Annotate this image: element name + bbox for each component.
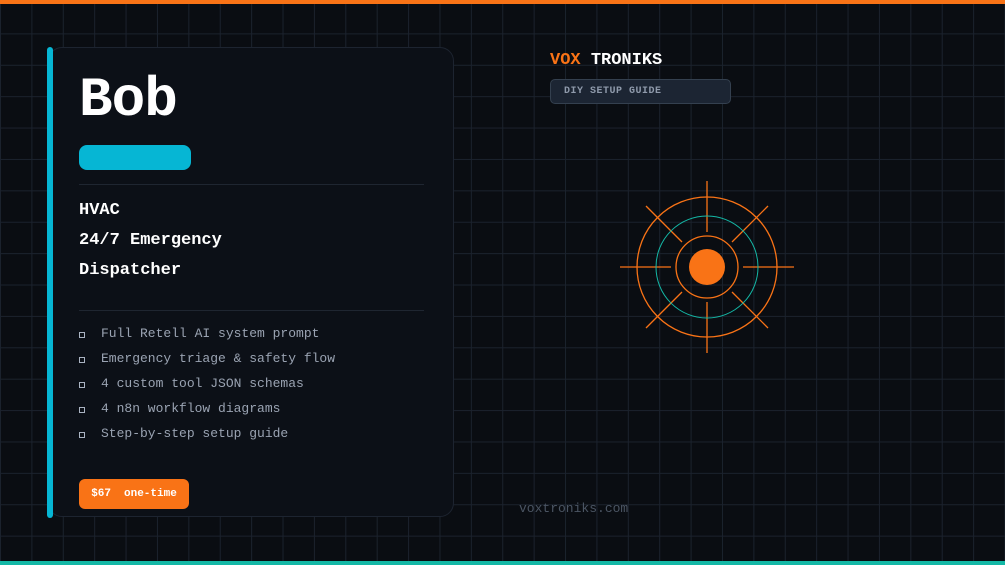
agent-role: HVAC 24/7 Emergency Dispatcher bbox=[79, 196, 222, 286]
price-button[interactable]: $67 one-time bbox=[79, 479, 189, 509]
brand-part-vox: VOX bbox=[550, 51, 581, 70]
feature-list: Full Retell AI system prompt Emergency t… bbox=[79, 321, 335, 446]
feature-text: Step-by-step setup guide bbox=[101, 426, 289, 441]
brand-logo: VOX TRONIKS bbox=[550, 50, 662, 72]
card-accent-bar bbox=[47, 47, 53, 518]
price-term: one-time bbox=[124, 488, 177, 500]
feature-item: 4 n8n workflow diagrams bbox=[79, 396, 335, 421]
bottom-accent-bar bbox=[0, 561, 1005, 565]
price-amount: $67 bbox=[91, 488, 111, 500]
role-line: HVAC bbox=[79, 201, 120, 220]
site-url[interactable]: voxtroniks.com bbox=[519, 501, 628, 517]
feature-text: Full Retell AI system prompt bbox=[101, 326, 320, 341]
agent-name: Bob bbox=[79, 68, 178, 132]
square-bullet-icon bbox=[79, 382, 85, 388]
feature-item: Step-by-step setup guide bbox=[79, 421, 335, 446]
top-accent-bar bbox=[0, 0, 1005, 4]
feature-text: 4 n8n workflow diagrams bbox=[101, 401, 281, 416]
feature-item: 4 custom tool JSON schemas bbox=[79, 371, 335, 396]
square-bullet-icon bbox=[79, 432, 85, 438]
brand-part-troniks: TRONIKS bbox=[590, 51, 663, 70]
guide-badge: DIY SETUP GUIDE bbox=[550, 79, 731, 104]
feature-item: Full Retell AI system prompt bbox=[79, 321, 335, 346]
role-line: 24/7 Emergency bbox=[79, 231, 222, 250]
name-underline-pill bbox=[79, 145, 191, 170]
feature-text: 4 custom tool JSON schemas bbox=[101, 376, 304, 391]
square-bullet-icon bbox=[79, 357, 85, 363]
divider bbox=[79, 184, 424, 185]
role-line: Dispatcher bbox=[79, 261, 182, 280]
square-bullet-icon bbox=[79, 407, 85, 413]
divider bbox=[79, 310, 424, 311]
feature-item: Emergency triage & safety flow bbox=[79, 346, 335, 371]
feature-text: Emergency triage & safety flow bbox=[101, 351, 336, 366]
crosshair-target-icon bbox=[620, 181, 794, 353]
square-bullet-icon bbox=[79, 332, 85, 338]
